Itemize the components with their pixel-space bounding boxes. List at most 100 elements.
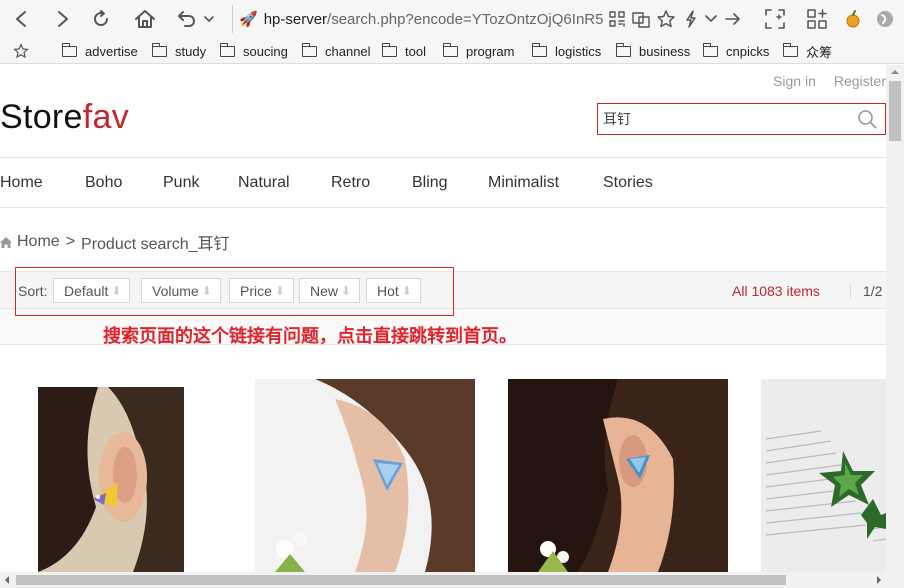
star-icon [657, 10, 675, 28]
home-button[interactable] [134, 8, 156, 30]
search-box [597, 103, 886, 135]
bookmark-label: program [466, 43, 515, 59]
horizontal-scroll-thumb[interactable] [16, 575, 786, 585]
arrow-right-icon [725, 13, 740, 25]
bookmark-folder[interactable]: channel [301, 42, 371, 60]
bookmark-label: cnpicks [726, 43, 770, 59]
folder-icon [381, 42, 397, 57]
bookmarks-bar: advertise study soucing channel tool pro… [0, 38, 904, 64]
chevron-left-icon [16, 11, 26, 27]
nav-item-retro[interactable]: Retro [331, 174, 370, 192]
folder-icon [782, 42, 798, 57]
site-logo[interactable]: Storefav [0, 98, 129, 137]
lightning-icon [686, 10, 696, 28]
bookmark-label: tool [405, 43, 426, 59]
nav-item-boho[interactable]: Boho [85, 174, 122, 192]
bookmark-label: advertise [85, 43, 138, 59]
bookmark-folder[interactable]: tool [381, 42, 426, 60]
folder-icon [702, 42, 718, 57]
chevron-right-icon [58, 11, 68, 27]
favorite-button[interactable] [655, 8, 677, 30]
product-card-image[interactable] [255, 379, 475, 572]
bookmark-folder[interactable]: soucing [219, 42, 288, 60]
translate-button[interactable] [630, 8, 652, 30]
horizontal-scrollbar[interactable] [0, 572, 904, 588]
folder-icon [219, 42, 235, 57]
browser-toolbar: 🚀 hp-server/search.php?encode=YTozOntzOj… [0, 0, 904, 38]
product-card-image[interactable] [761, 379, 886, 572]
folder-icon [61, 42, 77, 57]
scroll-right-icon[interactable] [872, 572, 886, 588]
nav-item-punk[interactable]: Punk [163, 174, 199, 192]
nav-item-minimalist[interactable]: Minimalist [488, 174, 559, 192]
folder-icon [615, 42, 631, 57]
bookmark-label: logistics [555, 43, 602, 59]
bookmark-folder[interactable]: business [615, 42, 691, 60]
scroll-up-icon[interactable] [886, 65, 904, 79]
bookmark-folder[interactable]: advertise [61, 42, 138, 60]
bookmark-label: business [639, 43, 691, 59]
undo-button[interactable] [176, 8, 216, 30]
bookmark-label: soucing [243, 43, 288, 59]
screenshot-button[interactable] [764, 8, 786, 30]
profile-button[interactable] [874, 8, 896, 30]
annotation-highlight-box [15, 267, 454, 316]
qr-code-button[interactable] [606, 8, 628, 30]
search-input[interactable] [598, 104, 838, 134]
bookmark-folder[interactable]: 众筹 [782, 42, 833, 60]
annotation-note: 搜索页面的这个链接有问题，点击直接跳转到首页。 [103, 326, 517, 347]
bookmark-label: 众筹 [806, 44, 833, 60]
product-card-image[interactable] [38, 387, 184, 572]
fruit-icon [846, 10, 860, 28]
bookmark-star-button[interactable] [13, 42, 29, 60]
bookmark-folder[interactable]: logistics [531, 42, 602, 60]
product-card-image[interactable] [508, 379, 728, 572]
logo-accent-text: fav [82, 98, 130, 136]
star-icon [13, 43, 29, 59]
bookmark-folder[interactable]: cnpicks [702, 42, 770, 60]
crop-icon [765, 9, 785, 29]
forward-button[interactable] [52, 8, 74, 30]
home-icon [0, 236, 12, 248]
logo-main-text: Store [0, 98, 83, 136]
register-link[interactable]: Register [834, 73, 886, 89]
url-dropdown-button[interactable] [700, 8, 722, 30]
folder-icon [531, 42, 547, 57]
vertical-scroll-thumb[interactable] [889, 81, 901, 141]
breadcrumb-home-link[interactable]: Home [17, 233, 60, 251]
result-count: All 1083 items [732, 283, 820, 299]
vertical-scrollbar[interactable] [886, 65, 904, 572]
bookmark-folder[interactable]: program [442, 42, 515, 60]
nav-item-bling[interactable]: Bling [412, 174, 448, 192]
fruit-extension-button[interactable] [842, 8, 864, 30]
reload-icon [94, 10, 108, 26]
address-bar[interactable]: 🚀 hp-server/search.php?encode=YTozOntzOj… [232, 5, 604, 33]
url-host: hp-server [263, 10, 328, 28]
breadcrumb: Home > Product search_耳钉 [0, 230, 230, 254]
folder-icon [442, 42, 458, 57]
qr-code-icon [609, 11, 625, 27]
account-links: Sign in Register [755, 73, 886, 89]
bookmark-label: channel [325, 43, 371, 59]
house-icon [135, 10, 155, 28]
back-button[interactable] [10, 8, 32, 30]
breadcrumb-current: Product search_耳钉 [81, 236, 230, 253]
apps-grid-icon [807, 9, 827, 29]
reload-button[interactable] [90, 8, 112, 30]
scroll-left-icon[interactable] [0, 572, 14, 588]
url-path: /search.php?encode=YTozOntzOjQ6InR5 [327, 10, 604, 28]
bookmark-folder[interactable]: study [151, 42, 206, 60]
speed-button[interactable] [680, 8, 702, 30]
extensions-button[interactable] [806, 8, 828, 30]
rocket-icon: 🚀 [239, 11, 258, 28]
nav-item-natural[interactable]: Natural [238, 174, 290, 192]
profile-icon [877, 11, 893, 27]
sign-in-link[interactable]: Sign in [773, 73, 816, 89]
folder-icon [301, 42, 317, 57]
search-icon[interactable] [857, 109, 877, 134]
go-button[interactable] [722, 8, 744, 30]
page-indicator[interactable]: 1/2 [850, 283, 882, 299]
translate-icon [632, 12, 650, 28]
nav-item-stories[interactable]: Stories [603, 174, 653, 192]
nav-item-home[interactable]: Home [0, 174, 43, 192]
